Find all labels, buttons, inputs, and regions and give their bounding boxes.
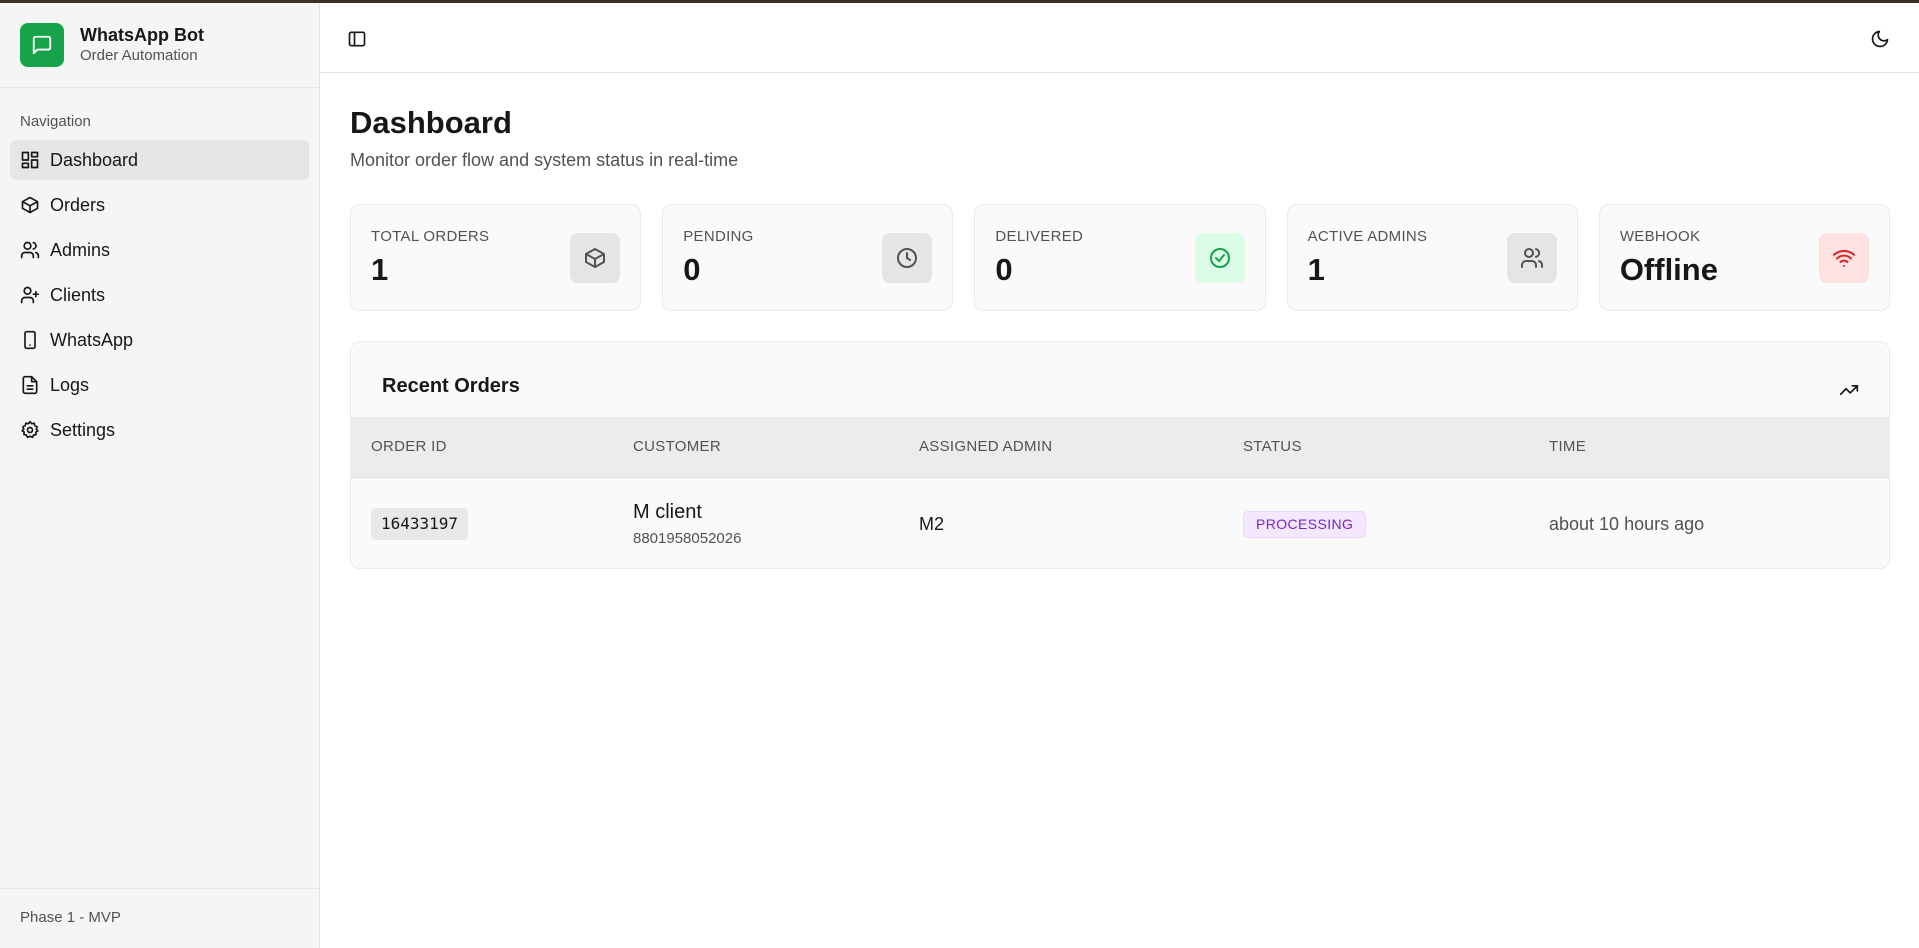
- sidebar-item-settings[interactable]: Settings: [10, 410, 309, 450]
- sidebar-item-label: Logs: [50, 374, 90, 395]
- chat-icon: [20, 23, 64, 67]
- file-text-icon: [22, 375, 38, 395]
- stat-label: WEBHOOK: [1619, 228, 1701, 245]
- table-header: ORDER ID CUSTOMER ASSIGNED ADMIN STATUS …: [351, 417, 1889, 478]
- user-plus-icon: [20, 286, 40, 304]
- sidebar-footer: Phase 1 - MVP: [0, 888, 319, 948]
- stats-row: TOTAL ORDERS 1 PENDING 0 DELIVERED 0 ACT…: [350, 204, 1891, 311]
- order-time: about 10 hours ago: [1549, 514, 1705, 534]
- stat-card-pending: PENDING 0: [662, 204, 954, 311]
- wifi-icon: [1819, 233, 1870, 283]
- stat-label: ACTIVE ADMINS: [1307, 228, 1428, 245]
- gear-icon: [21, 420, 39, 439]
- moon-icon: [1871, 30, 1889, 48]
- theme-toggle-button[interactable]: [1867, 26, 1893, 52]
- column-header-customer: CUSTOMER: [633, 438, 721, 455]
- brand-title: WhatsApp Bot: [80, 25, 204, 45]
- stat-value: 1: [371, 252, 389, 287]
- sidebar: WhatsApp Bot Order Automation Navigation…: [0, 3, 320, 948]
- column-header-order-id: ORDER ID: [371, 438, 447, 455]
- phone-icon: [24, 330, 36, 350]
- order-id-badge: 16433197: [371, 508, 469, 540]
- check-circle-icon: [1194, 233, 1245, 283]
- package-icon: [570, 233, 621, 283]
- sidebar-item-label: Dashboard: [50, 149, 139, 170]
- sidebar-item-dashboard[interactable]: Dashboard: [10, 140, 309, 180]
- dashboard-icon: [21, 151, 39, 169]
- column-header-assigned-admin: ASSIGNED ADMIN: [919, 438, 1053, 455]
- stat-card-webhook: WEBHOOK Offline: [1598, 204, 1891, 311]
- recent-orders-card: Recent Orders ORDER ID CUSTOMER ASSIGNED…: [350, 341, 1890, 569]
- stat-label: PENDING: [683, 228, 754, 245]
- brand-subtitle: Order Automation: [80, 47, 198, 64]
- page-subtitle: Monitor order flow and system status in …: [350, 150, 739, 170]
- table-row[interactable]: 16433197 M client 8801958052026 M2 PROCE…: [351, 478, 1889, 568]
- stat-value: 0: [683, 252, 701, 287]
- page-title: Dashboard: [350, 105, 512, 140]
- clock-icon: [882, 233, 933, 283]
- stat-label: DELIVERED: [995, 228, 1084, 245]
- sidebar-toggle-button[interactable]: [344, 26, 370, 52]
- stat-card-total-orders: TOTAL ORDERS 1: [350, 204, 642, 311]
- column-header-time: TIME: [1549, 438, 1587, 455]
- status-badge: PROCESSING: [1243, 511, 1367, 538]
- sidebar-item-orders[interactable]: Orders: [10, 185, 309, 225]
- sidebar-item-label: Orders: [50, 194, 106, 215]
- sidebar-nav: Dashboard Orders Admins Clients WhatsApp…: [0, 140, 319, 450]
- assigned-admin: M2: [919, 514, 945, 534]
- package-icon: [21, 196, 39, 214]
- sidebar-item-admins[interactable]: Admins: [10, 230, 309, 270]
- users-icon: [20, 241, 40, 259]
- sidebar-item-clients[interactable]: Clients: [10, 275, 309, 315]
- trending-up-icon[interactable]: [1839, 380, 1859, 400]
- sidebar-item-whatsapp[interactable]: WhatsApp: [10, 320, 309, 360]
- recent-orders-title: Recent Orders: [382, 375, 520, 397]
- sidebar-item-label: Admins: [50, 239, 111, 260]
- nav-section-label: Navigation: [20, 113, 91, 130]
- stat-value: 0: [995, 252, 1013, 287]
- sidebar-toggle-icon: [348, 31, 366, 47]
- stat-value: 1: [1307, 252, 1325, 287]
- users-icon: [1506, 233, 1557, 283]
- sidebar-item-logs[interactable]: Logs: [10, 365, 309, 405]
- sidebar-item-label: Settings: [50, 419, 116, 440]
- brand-header: WhatsApp Bot Order Automation: [0, 3, 319, 88]
- column-header-status: STATUS: [1243, 438, 1302, 455]
- stat-card-active-admins: ACTIVE ADMINS 1: [1286, 204, 1578, 311]
- stat-card-delivered: DELIVERED 0: [974, 204, 1266, 311]
- customer-phone: 8801958052026: [633, 530, 742, 547]
- sidebar-item-label: WhatsApp: [50, 329, 134, 350]
- top-header: [320, 3, 1919, 73]
- sidebar-item-label: Clients: [50, 284, 106, 305]
- stat-label: TOTAL ORDERS: [371, 228, 490, 245]
- customer-name: M client: [633, 501, 702, 523]
- stat-value: Offline: [1619, 252, 1718, 287]
